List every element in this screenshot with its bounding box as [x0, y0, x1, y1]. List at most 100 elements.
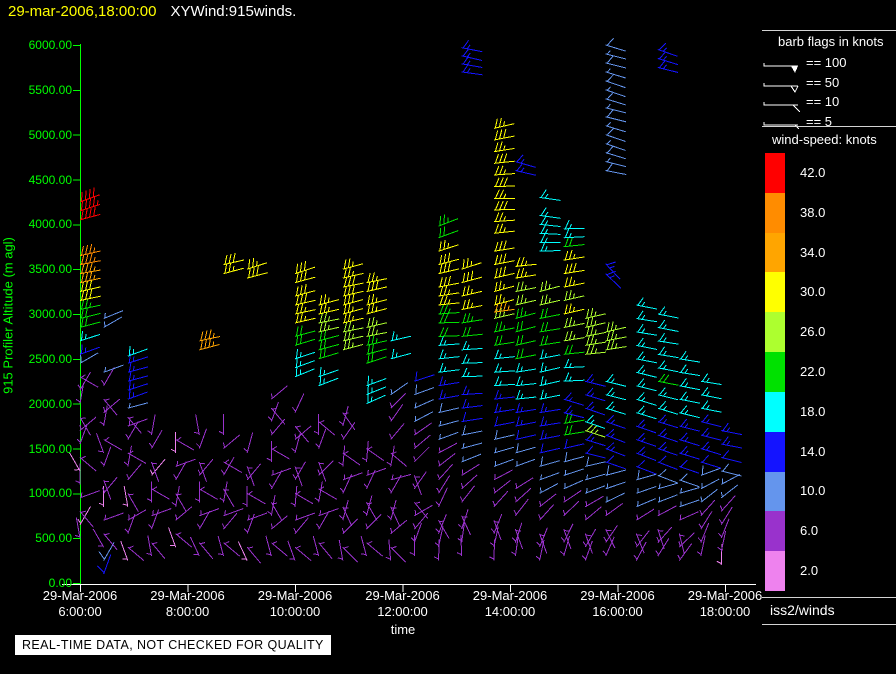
y-tick-label: 6000.00	[28, 38, 72, 52]
wind-barb	[389, 392, 406, 409]
wind-barb	[294, 284, 316, 297]
wind-barb	[79, 197, 101, 212]
wind-barb	[605, 481, 626, 490]
wind-barb	[79, 352, 99, 364]
wind-barb	[223, 508, 244, 517]
wind-barb	[79, 187, 100, 203]
wind-barb	[657, 441, 678, 456]
wind-barb	[199, 337, 220, 351]
wind-barb	[461, 39, 483, 53]
wind-barb	[318, 461, 327, 482]
wind-barb	[247, 257, 268, 270]
wind-barb	[294, 357, 315, 369]
y-tick-label: 500.00	[35, 531, 72, 546]
wind-barb	[223, 253, 245, 266]
wind-barb	[438, 327, 460, 337]
wind-barb	[636, 470, 657, 481]
wind-barb	[294, 312, 316, 324]
y-tick-label: 5000.00	[28, 127, 72, 142]
x-tick-label: 29-Mar-2006 6:00:00	[42, 588, 118, 619]
x-tick-label: 29-Mar-2006 12:00:00	[365, 588, 440, 619]
wind-barb	[362, 440, 369, 462]
wind-barb	[657, 401, 679, 415]
wind-barb	[366, 272, 388, 284]
wind-barb	[461, 412, 483, 423]
colorbar-value: 6.0	[800, 523, 819, 539]
wind-barb	[493, 141, 515, 153]
colorbar-segment	[765, 352, 785, 392]
wind-barb	[366, 384, 387, 396]
y-tick-label: 3000.00	[28, 307, 72, 321]
wind-barb	[657, 414, 679, 429]
wind-barb	[318, 486, 338, 500]
wind-barb	[493, 403, 515, 414]
wind-barb	[539, 294, 561, 306]
wind-barb	[493, 189, 515, 199]
wind-barb	[493, 200, 515, 211]
wind-barb	[149, 458, 166, 476]
wind-barb	[719, 495, 736, 512]
wind-barb	[493, 280, 515, 293]
wind-barb	[266, 440, 272, 462]
wind-barb	[605, 91, 626, 106]
wind-barb	[679, 418, 700, 432]
wind-barb	[103, 364, 124, 373]
wind-barb	[515, 458, 536, 467]
wind-barb	[563, 250, 585, 261]
wind-barb	[493, 321, 515, 333]
wind-barb	[515, 376, 537, 387]
wind-barb	[539, 189, 561, 201]
wind-barb	[585, 414, 606, 429]
wind-barb	[657, 42, 678, 57]
wind-barb	[246, 546, 262, 564]
wind-barb	[245, 463, 262, 481]
wind-barb	[314, 481, 323, 503]
wind-barb	[197, 458, 214, 476]
wind-barb	[538, 504, 554, 521]
wind-barb	[605, 339, 627, 351]
wind-barb	[342, 258, 364, 270]
wind-barb	[461, 367, 483, 378]
wind-barb	[605, 330, 627, 342]
wind-barb	[493, 446, 515, 454]
wind-barb	[633, 541, 647, 561]
barb-10-icon	[763, 102, 801, 113]
wind-barb	[438, 214, 459, 227]
wind-barb	[636, 508, 655, 521]
wind-barb	[539, 416, 561, 427]
wind-barb	[605, 157, 627, 168]
wind-barb	[390, 349, 412, 360]
wind-barb	[515, 362, 537, 373]
wind-barb	[539, 429, 561, 441]
wind-barb	[515, 256, 537, 267]
wind-barb	[461, 425, 483, 436]
wind-barb	[461, 312, 483, 324]
wind-barb	[79, 316, 101, 328]
wind-barb	[127, 509, 147, 521]
wind-barb	[79, 206, 101, 221]
wind-barb	[721, 474, 741, 485]
wind-barb	[605, 86, 626, 98]
wind-barb	[698, 511, 713, 530]
wind-profiler-window: 29-mar-2006,18:00:00 XYWind:915winds. 915…	[0, 0, 896, 674]
wind-barb	[679, 446, 700, 460]
wind-barb	[414, 422, 432, 436]
wind-barb	[438, 442, 458, 454]
wind-barb	[122, 486, 129, 507]
wind-barb	[539, 335, 561, 346]
wind-barb	[237, 541, 248, 561]
wind-barb	[679, 350, 701, 363]
wind-barb	[657, 468, 678, 484]
wind-barb	[563, 317, 585, 328]
wind-barb	[103, 310, 124, 319]
wind-barb	[515, 477, 534, 490]
wind-barb	[563, 392, 584, 406]
wind-barb	[438, 295, 460, 306]
colorbar-value: 14.0	[800, 443, 826, 459]
wind-barb	[290, 485, 298, 507]
wind-barb	[151, 461, 160, 482]
wind-barb	[657, 529, 665, 550]
wind-barb	[199, 486, 218, 500]
wind-barb	[438, 275, 460, 288]
wind-barb	[223, 488, 235, 508]
